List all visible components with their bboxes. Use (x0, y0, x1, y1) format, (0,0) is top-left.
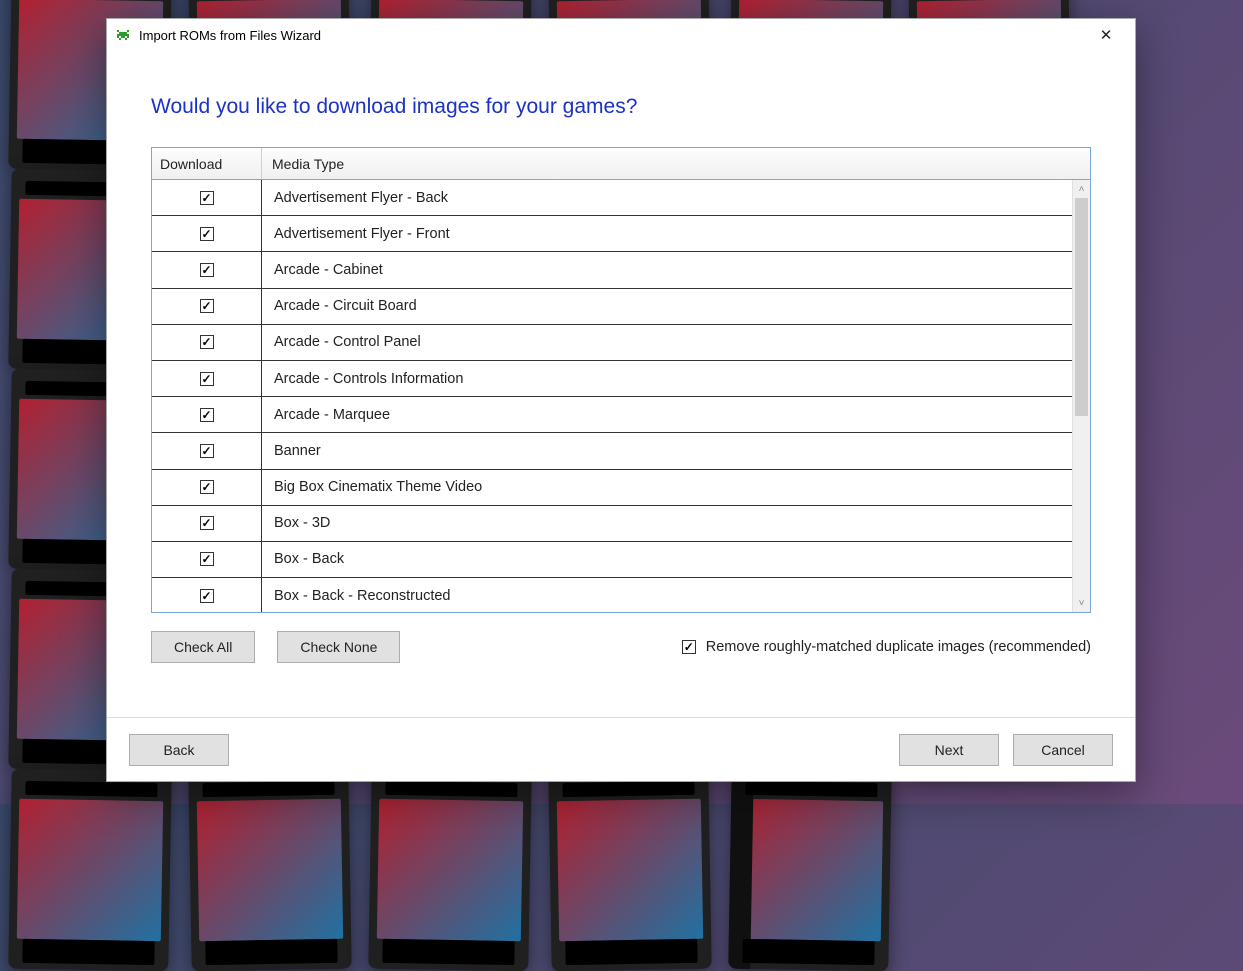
table-row[interactable]: Arcade - Marquee (152, 397, 1072, 433)
page-heading: Would you like to download images for yo… (151, 95, 1091, 119)
download-checkbox[interactable] (200, 589, 214, 603)
close-icon: ✕ (1100, 28, 1113, 43)
download-checkbox[interactable] (200, 191, 214, 205)
check-all-button[interactable]: Check All (151, 631, 255, 663)
download-cell (152, 216, 262, 251)
column-header-download[interactable]: Download (152, 148, 262, 179)
close-button[interactable]: ✕ (1083, 20, 1129, 50)
window-title: Import ROMs from Files Wizard (139, 28, 1083, 43)
table-row[interactable]: Arcade - Circuit Board (152, 289, 1072, 325)
download-cell (152, 506, 262, 541)
download-cell (152, 252, 262, 287)
table-row[interactable]: Arcade - Controls Information (152, 361, 1072, 397)
download-checkbox[interactable] (200, 444, 214, 458)
remove-duplicates-label: Remove roughly-matched duplicate images … (706, 639, 1091, 655)
media-type-cell: Arcade - Marquee (262, 407, 1072, 423)
media-type-cell: Arcade - Circuit Board (262, 298, 1072, 314)
download-checkbox[interactable] (200, 372, 214, 386)
cancel-button[interactable]: Cancel (1013, 734, 1113, 766)
download-checkbox[interactable] (200, 516, 214, 530)
table-row[interactable]: Box - 3D (152, 506, 1072, 542)
titlebar: Import ROMs from Files Wizard ✕ (107, 19, 1135, 51)
download-cell (152, 470, 262, 505)
download-checkbox[interactable] (200, 408, 214, 422)
back-button[interactable]: Back (129, 734, 229, 766)
table-row[interactable]: Banner (152, 433, 1072, 469)
media-type-cell: Arcade - Control Panel (262, 334, 1072, 350)
scroll-thumb[interactable] (1075, 198, 1088, 416)
table-row[interactable]: Arcade - Cabinet (152, 252, 1072, 288)
media-type-cell: Advertisement Flyer - Front (262, 226, 1072, 242)
table-header: Download Media Type (152, 148, 1090, 180)
remove-duplicates-option[interactable]: Remove roughly-matched duplicate images … (682, 639, 1091, 655)
scroll-down-arrow[interactable]: ˅ (1073, 594, 1090, 612)
download-cell (152, 361, 262, 396)
download-cell (152, 180, 262, 215)
media-type-table: Download Media Type Advertisement Flyer … (151, 147, 1091, 613)
media-type-cell: Banner (262, 443, 1072, 459)
scroll-up-arrow[interactable]: ˄ (1073, 180, 1090, 198)
media-type-cell: Advertisement Flyer - Back (262, 190, 1072, 206)
space-invader-icon (115, 27, 131, 43)
vertical-scrollbar[interactable]: ˄ ˅ (1072, 180, 1090, 612)
download-checkbox[interactable] (200, 227, 214, 241)
next-button[interactable]: Next (899, 734, 999, 766)
download-cell (152, 397, 262, 432)
wizard-dialog: Import ROMs from Files Wizard ✕ Would yo… (106, 18, 1136, 782)
download-checkbox[interactable] (200, 335, 214, 349)
column-header-media-type[interactable]: Media Type (262, 156, 1090, 172)
download-cell (152, 289, 262, 324)
table-row[interactable]: Big Box Cinematix Theme Video (152, 470, 1072, 506)
media-type-cell: Box - Back (262, 551, 1072, 567)
table-row[interactable]: Box - Back (152, 542, 1072, 578)
media-type-cell: Box - 3D (262, 515, 1072, 531)
download-cell (152, 433, 262, 468)
wizard-content: Would you like to download images for yo… (107, 51, 1135, 717)
remove-duplicates-checkbox[interactable] (682, 640, 696, 654)
wizard-footer: Back Next Cancel (107, 717, 1135, 781)
download-checkbox[interactable] (200, 263, 214, 277)
table-row[interactable]: Advertisement Flyer - Front (152, 216, 1072, 252)
download-checkbox[interactable] (200, 299, 214, 313)
media-type-cell: Arcade - Cabinet (262, 262, 1072, 278)
media-type-cell: Box - Back - Reconstructed (262, 588, 1072, 604)
scroll-track[interactable] (1073, 198, 1090, 594)
download-cell (152, 325, 262, 360)
table-row[interactable]: Arcade - Control Panel (152, 325, 1072, 361)
download-checkbox[interactable] (200, 480, 214, 494)
table-body: Advertisement Flyer - Back Advertisement … (152, 180, 1072, 612)
download-cell (152, 542, 262, 577)
media-type-cell: Arcade - Controls Information (262, 371, 1072, 387)
table-row[interactable]: Box - Back - Reconstructed (152, 578, 1072, 612)
check-none-button[interactable]: Check None (277, 631, 400, 663)
download-cell (152, 578, 262, 612)
media-type-cell: Big Box Cinematix Theme Video (262, 479, 1072, 495)
under-table-controls: Check All Check None Remove roughly-matc… (151, 631, 1091, 663)
download-checkbox[interactable] (200, 552, 214, 566)
table-row[interactable]: Advertisement Flyer - Back (152, 180, 1072, 216)
